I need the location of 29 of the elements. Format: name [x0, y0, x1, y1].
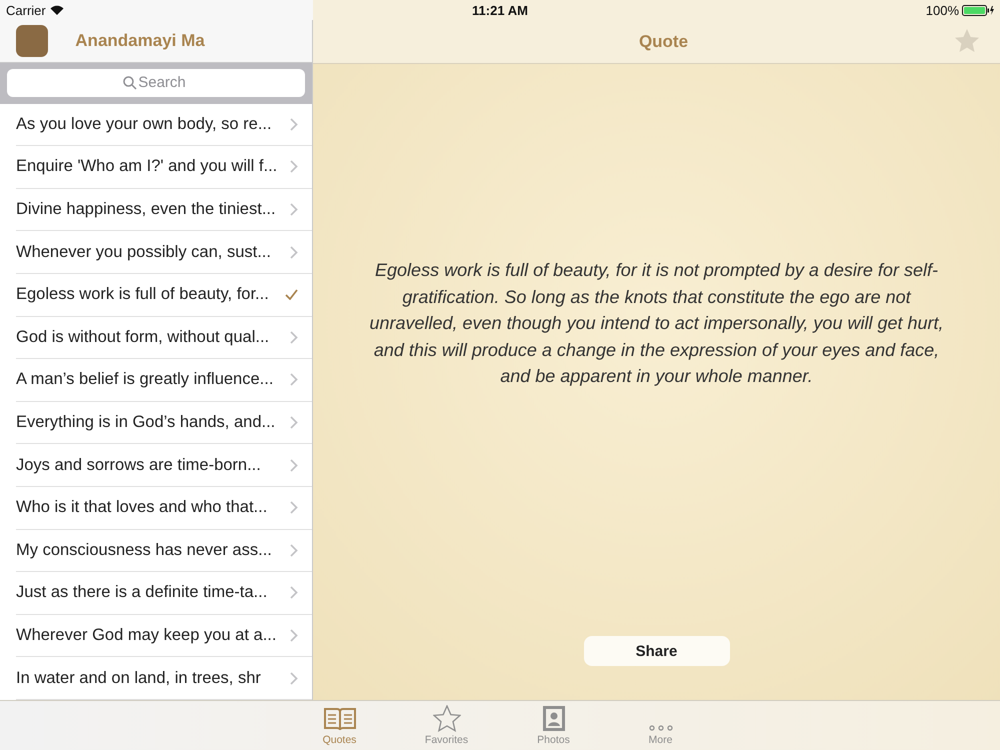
star-icon: [432, 705, 460, 732]
battery-percent: 100%: [926, 2, 959, 18]
quote-list-item[interactable]: Divine happiness, even the tiniest...: [16, 188, 312, 232]
status-time: 11:21 AM: [472, 2, 528, 18]
quote-list-item[interactable]: Enquire 'Who am I?' and you will f...: [16, 146, 312, 189]
quote-list-item[interactable]: Just as there is a definite time-ta...: [16, 572, 312, 615]
wifi-icon: [50, 5, 64, 15]
quote-list-item[interactable]: Joys and sorrows are time-born...: [16, 444, 312, 487]
quote-text: Egoless work is full of beauty, for it is not prompted by a desire for self-gratification. So long as the knots that constitute the ego are not unravelled, even though you intend to act impersonally, you will get hurt, and this will produce a change in the expression of your eyes and face, and be apparent in your whole manner.: [368, 259, 944, 388]
quote-list-item[interactable]: As you love your own body, so re...: [16, 104, 312, 146]
portrait-icon: [540, 705, 566, 732]
more-icon: [648, 724, 674, 732]
quote-list-item[interactable]: God is without form, without qual...: [16, 316, 312, 360]
quote-list-item[interactable]: Everything is in God’s hands, and...: [16, 402, 312, 444]
carrier-label: Carrier: [6, 2, 46, 18]
search-field[interactable]: Search: [7, 68, 305, 97]
quote-list-item[interactable]: Who is it that loves and who that...: [16, 486, 312, 530]
detail-title: Quote: [638, 32, 690, 52]
quote-list-item[interactable]: Whenever you possibly can, sust...: [16, 231, 312, 274]
book-icon: [322, 706, 356, 732]
share-button[interactable]: Share: [584, 636, 730, 666]
quote-list-item[interactable]: Egoless work is full of beauty, for...: [16, 274, 312, 317]
quote-list-item[interactable]: Wherever God may keep you at a...: [16, 614, 312, 658]
favorite-star-icon[interactable]: [954, 29, 980, 54]
battery-icon: [962, 4, 994, 16]
avatar-photo-placeholder: [16, 24, 48, 57]
quote-list-item[interactable]: A man’s belief is greatly influence...: [16, 359, 312, 402]
sidebar-title: Anandamayi Ma: [74, 30, 206, 51]
quote-list-item[interactable]: My consciousness has never ass...: [16, 530, 312, 572]
